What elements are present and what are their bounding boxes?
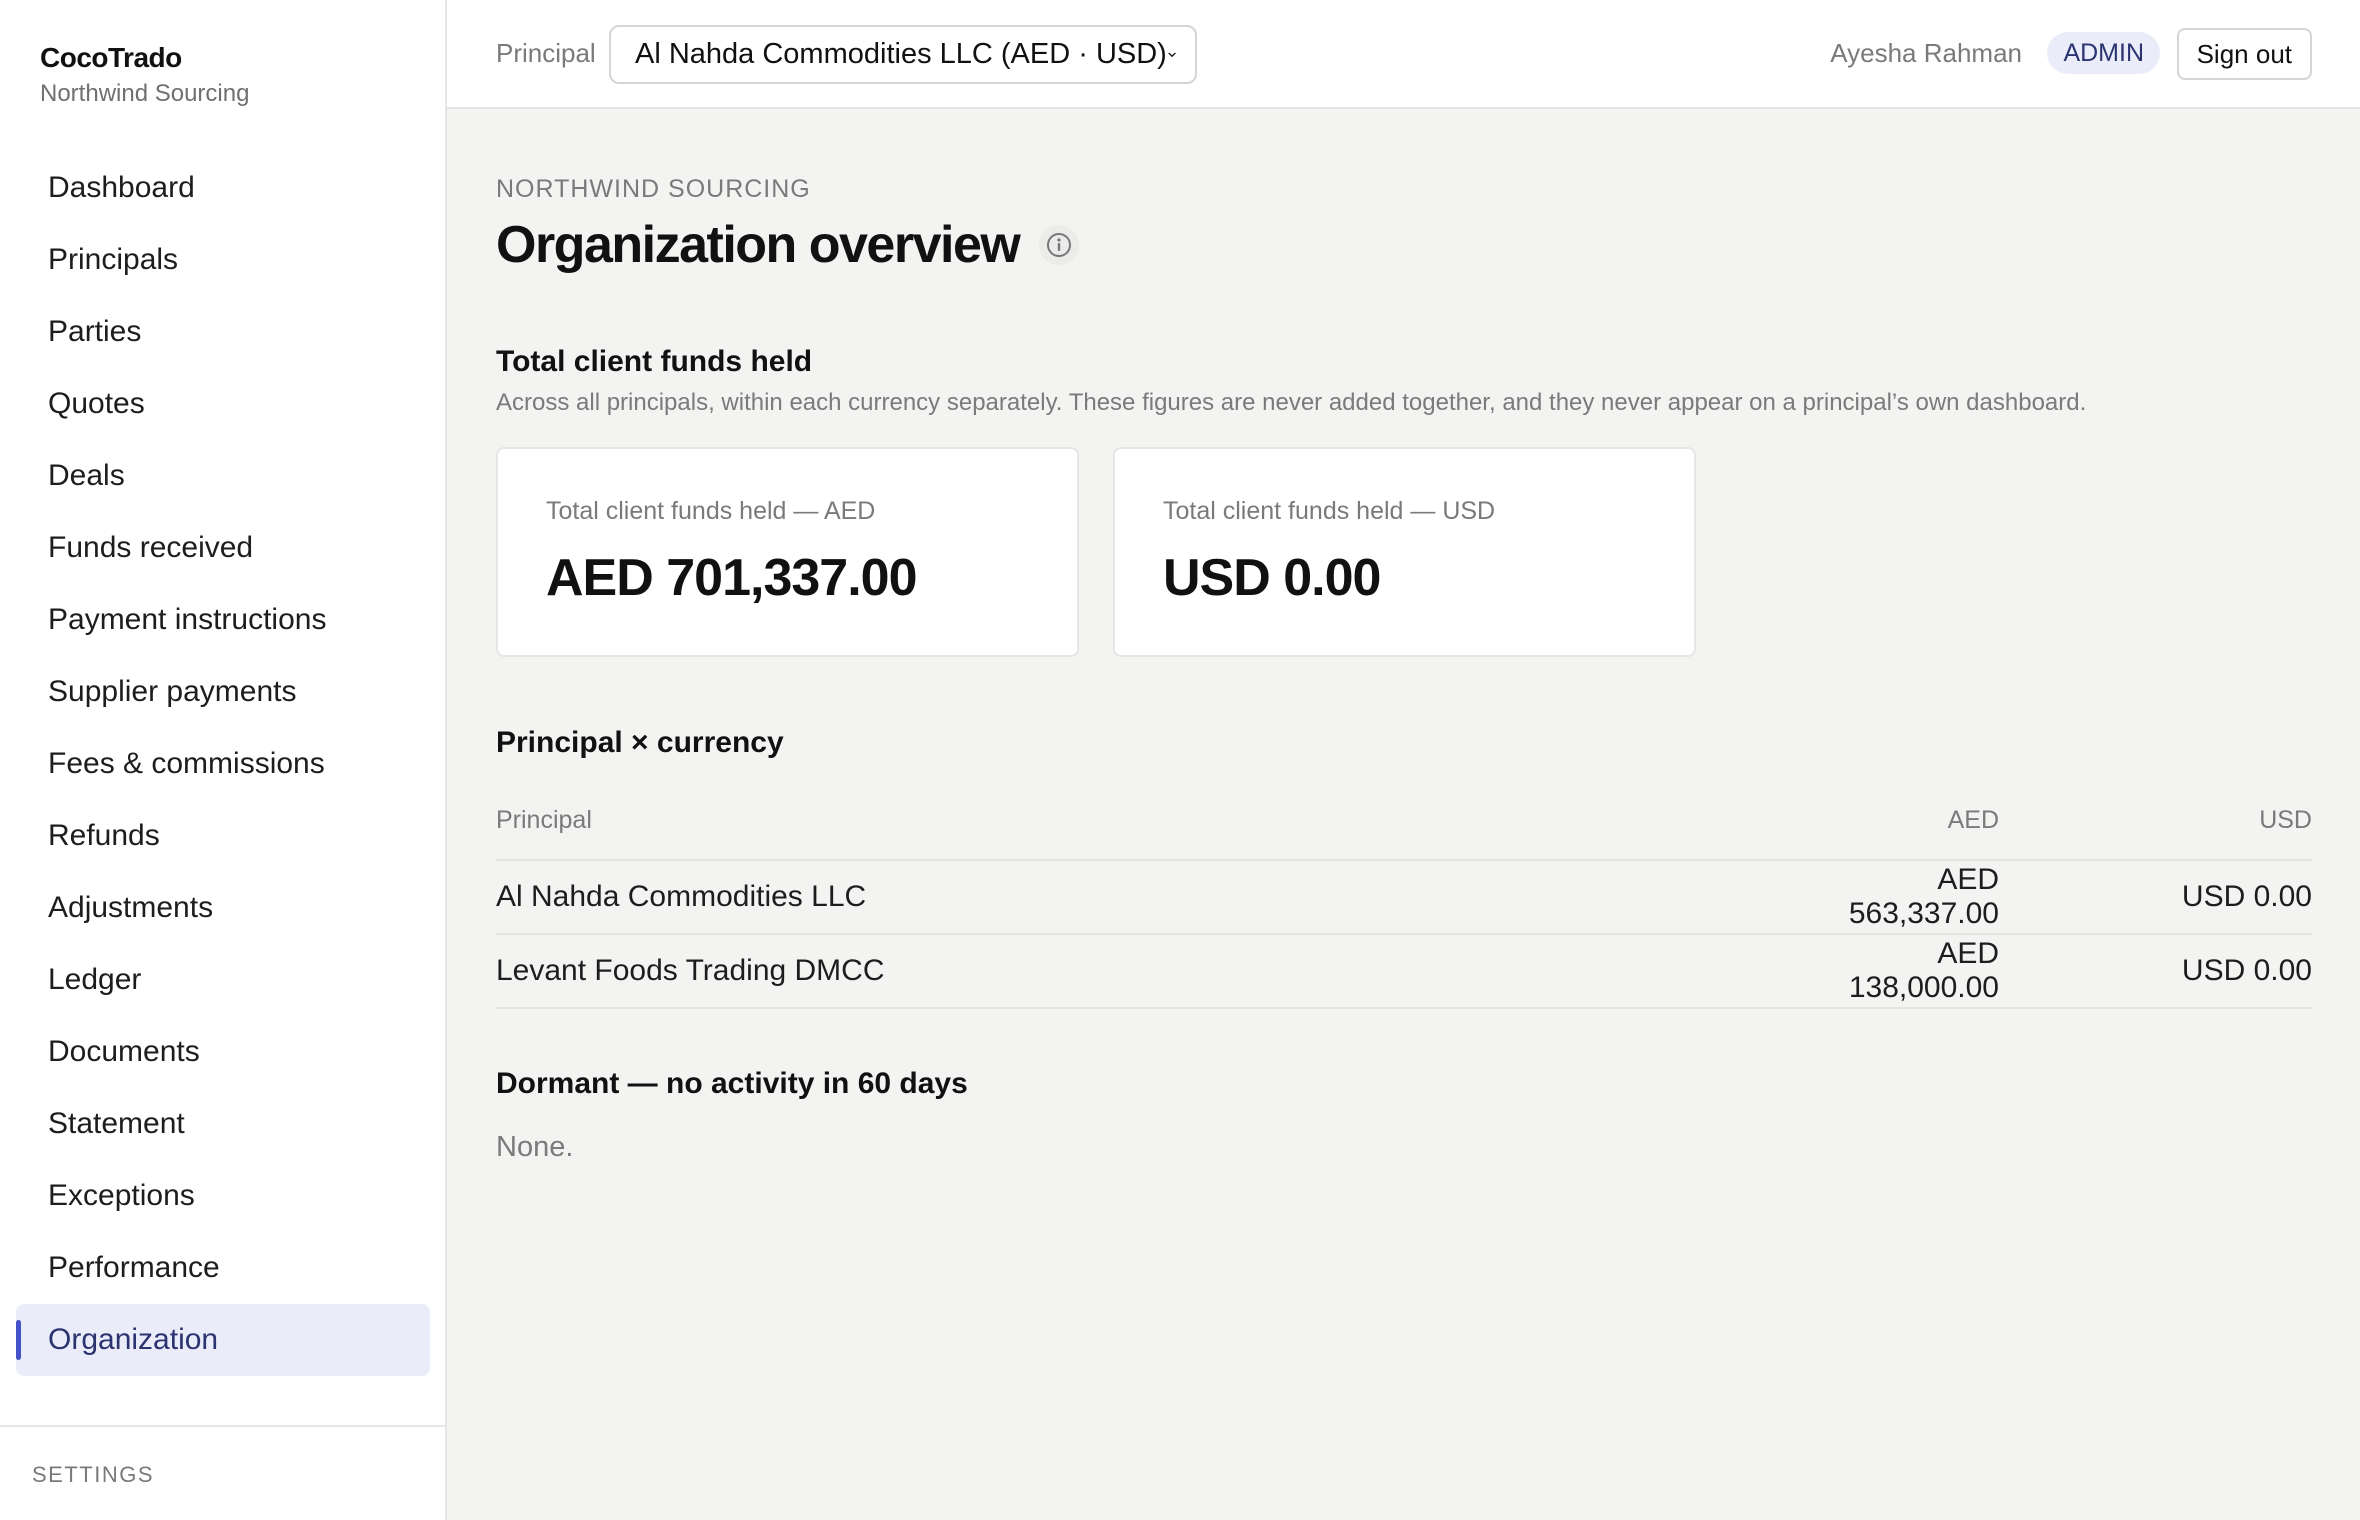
sign-out-button[interactable]: Sign out: [2176, 28, 2312, 80]
sidebar-item-deals[interactable]: Deals: [16, 440, 430, 512]
sidebar-item-quotes[interactable]: Quotes: [16, 368, 430, 440]
page-eyebrow: NORTHWIND SOURCING: [496, 175, 811, 203]
total-card-label: Total client funds held — AED: [546, 497, 876, 525]
sidebar-item-statement[interactable]: Statement: [16, 1088, 430, 1160]
dormant-empty-text: None.: [496, 1131, 574, 1163]
brand-org: Northwind Sourcing: [40, 80, 250, 107]
cell-principal: Levant Foods Trading DMCC: [496, 954, 885, 987]
page-title: Organization overview: [496, 216, 1021, 274]
brand-name: CocoTrado: [40, 42, 182, 73]
sidebar-item-performance[interactable]: Performance: [16, 1232, 430, 1304]
sidebar: CocoTrado Northwind Sourcing Dashboard P…: [0, 0, 447, 1520]
sidebar-nav: Dashboard Principals Parties Quotes Deal…: [16, 152, 430, 1376]
role-badge: ADMIN: [2047, 32, 2160, 74]
sidebar-item-fees-commissions[interactable]: Fees & commissions: [16, 728, 430, 800]
total-card-label: Total client funds held — USD: [1163, 497, 1496, 525]
column-header-usd: USD: [2259, 805, 2312, 834]
user-name: Ayesha Rahman: [1830, 38, 2022, 68]
sidebar-item-principals[interactable]: Principals: [16, 224, 430, 296]
table-header: Principal AED USD: [496, 781, 2312, 861]
sidebar-item-adjustments[interactable]: Adjustments: [16, 872, 430, 944]
sidebar-item-documents[interactable]: Documents: [16, 1016, 430, 1088]
matrix-section-title: Principal × currency: [496, 726, 784, 759]
principal-label: Principal: [496, 38, 596, 68]
sidebar-divider: [0, 1425, 445, 1427]
principal-select[interactable]: Al Nahda Commodities LLC (AED · USD): [609, 25, 1197, 84]
column-header-principal: Principal: [496, 805, 592, 834]
sidebar-item-supplier-payments[interactable]: Supplier payments: [16, 656, 430, 728]
totals-section-description: Across all principals, within each curre…: [496, 389, 2087, 416]
total-card-value: USD 0.00: [1163, 549, 1381, 607]
page-title-row: Organization overview: [496, 215, 1080, 275]
settings-heading: SETTINGS: [32, 1462, 155, 1487]
sidebar-item-parties[interactable]: Parties: [16, 296, 430, 368]
sidebar-item-funds-received[interactable]: Funds received: [16, 512, 430, 584]
principal-select-value: Al Nahda Commodities LLC (AED · USD): [635, 38, 1167, 70]
cell-usd: USD 0.00: [2181, 954, 2312, 987]
info-icon[interactable]: [1039, 225, 1080, 265]
cell-usd: USD 0.00: [2181, 880, 2312, 913]
info-glyph: [1047, 233, 1072, 257]
total-card-value: AED 701,337.00: [546, 549, 918, 607]
cell-aed: AED 138,000.00: [1848, 937, 1999, 1004]
cell-aed: AED 563,337.00: [1848, 863, 1999, 930]
sidebar-item-refunds[interactable]: Refunds: [16, 800, 430, 872]
total-card-usd: Total client funds held — USD USD 0.00: [1113, 447, 1696, 657]
column-header-aed: AED: [1947, 805, 1999, 834]
totals-section-title: Total client funds held: [496, 345, 813, 378]
chevron-down-icon: [1168, 52, 1176, 57]
table-row: Levant Foods Trading DMCC AED 138,000.00…: [496, 935, 2312, 1009]
sidebar-item-organization[interactable]: Organization: [16, 1304, 430, 1376]
totals-cards: Total client funds held — AED AED 701,33…: [496, 447, 1696, 657]
principal-currency-table: Principal AED USD Al Nahda Commodities L…: [496, 781, 2312, 1009]
cell-principal: Al Nahda Commodities LLC: [496, 880, 867, 913]
sidebar-item-payment-instructions[interactable]: Payment instructions: [16, 584, 430, 656]
sidebar-item-ledger[interactable]: Ledger: [16, 944, 430, 1016]
brand: CocoTrado Northwind Sourcing: [40, 42, 249, 108]
top-bar: Principal Al Nahda Commodities LLC (AED …: [447, 0, 2360, 109]
sidebar-item-exceptions[interactable]: Exceptions: [16, 1160, 430, 1232]
dormant-section-title: Dormant — no activity in 60 days: [496, 1067, 968, 1100]
table-row: Al Nahda Commodities LLC AED 563,337.00 …: [496, 861, 2312, 935]
total-card-aed: Total client funds held — AED AED 701,33…: [496, 447, 1079, 657]
sidebar-item-dashboard[interactable]: Dashboard: [16, 152, 430, 224]
